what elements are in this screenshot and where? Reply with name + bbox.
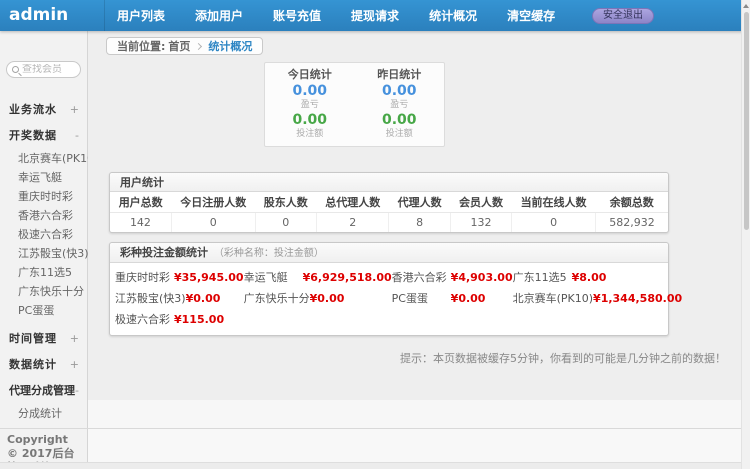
members-value: 132 xyxy=(450,213,511,232)
sidebar-subitem-hk-lhc[interactable]: 香港六合彩 xyxy=(0,205,87,224)
search-input[interactable] xyxy=(22,64,75,75)
main-content: 当前位置: 首页 统计概况 今日统计 0.00 盈亏 0.00 投注额 xyxy=(88,31,750,428)
sidebar-subitem-gd-klsf[interactable]: 广东快乐十分 xyxy=(0,281,87,300)
table-row: 142 0 0 2 8 132 0 582,932 xyxy=(110,213,668,232)
col-agents: 代理人数 xyxy=(389,192,450,213)
col-shareholders: 股东人数 xyxy=(255,192,316,213)
col-online-now: 当前在线人数 xyxy=(512,192,596,213)
nav-stats-overview[interactable]: 统计概况 xyxy=(429,7,477,24)
online-now-value: 0 xyxy=(512,213,596,232)
sidebar-item-business-flow[interactable]: 业务流水 + xyxy=(0,96,87,122)
sidebar-subitem-pc-dandan[interactable]: PC蛋蛋 xyxy=(0,300,87,319)
sidebar-item-lottery-data[interactable]: 开奖数据 - xyxy=(0,122,87,148)
scrollbar-thumb[interactable] xyxy=(744,12,749,230)
user-stats-panel: 用户统计 用户总数 今日注册人数 股东人数 总代理人数 xyxy=(109,172,669,233)
yesterday-bet-value: 0.00 xyxy=(355,112,445,129)
nav-user-list[interactable]: 用户列表 xyxy=(117,7,165,24)
sidebar-subitem-bj-pk10[interactable]: 北京赛车(PK10) xyxy=(0,148,87,167)
bet-stats-grid: 重庆时时彩 ¥35,945.00 幸运飞艇 ¥6,929,518.00 香港六合… xyxy=(110,263,668,335)
bet-stats-subtitle: （彩种名称：投注金额） xyxy=(214,248,324,259)
search-icon xyxy=(12,66,19,73)
total-balance-value: 582,932 xyxy=(595,213,668,232)
sidebar-subitem-cq-ssc[interactable]: 重庆时时彩 xyxy=(0,186,87,205)
shareholders-value: 0 xyxy=(255,213,316,232)
user-stats-table: 用户总数 今日注册人数 股东人数 总代理人数 代理人数 会员人数 当前在线人数 … xyxy=(110,192,668,232)
chevron-right-icon xyxy=(195,42,202,49)
expand-plus-icon: + xyxy=(70,358,79,371)
breadcrumb-current: 统计概况 xyxy=(208,38,252,54)
nav-account-recharge[interactable]: 账号充值 xyxy=(273,7,321,24)
bet-stat-item: 重庆时时彩 ¥35,945.00 xyxy=(115,269,244,285)
bet-stat-item: PC蛋蛋 ¥0.00 xyxy=(392,290,513,306)
sidebar-subitem-gd-11x5[interactable]: 广东11选5 xyxy=(0,262,87,281)
general-agents-value: 2 xyxy=(316,213,389,232)
bet-stat-item: 广东快乐十分 ¥0.00 xyxy=(244,290,392,306)
table-header-row: 用户总数 今日注册人数 股东人数 总代理人数 代理人数 会员人数 当前在线人数 … xyxy=(110,192,668,213)
yesterday-profit-label: 盈亏 xyxy=(355,100,445,111)
today-profit-label: 盈亏 xyxy=(265,100,355,111)
top-menu: 用户列表 添加用户 账号充值 提现请求 统计概况 清空缓存 xyxy=(105,7,585,24)
cache-hint-text: 提示：本页数据被缓存5分钟，你看到的可能是几分钟之前的数据！ xyxy=(88,350,726,366)
col-total-balance: 余额总数 xyxy=(595,192,668,213)
bet-stat-item: 极速六合彩 ¥115.00 xyxy=(115,311,244,327)
sidebar-item-data-stats[interactable]: 数据统计 + xyxy=(0,351,87,377)
col-general-agents: 总代理人数 xyxy=(316,192,389,213)
app-logo: admin xyxy=(0,0,105,31)
horizontal-scrollbar[interactable] xyxy=(0,462,741,469)
logout-button[interactable]: 安全退出 xyxy=(592,8,654,24)
sidebar-item-agent-commission[interactable]: 代理分成管理 - xyxy=(0,377,87,403)
yesterday-bet-label: 投注额 xyxy=(355,129,445,140)
bet-stats-header: 彩种投注金额统计 （彩种名称：投注金额） xyxy=(110,243,668,263)
bet-stat-item: 幸运飞艇 ¥6,929,518.00 xyxy=(244,269,392,285)
sidebar-subitem-xy-feiting[interactable]: 幸运飞艇 xyxy=(0,167,87,186)
nav-add-user[interactable]: 添加用户 xyxy=(195,7,243,24)
sidebar: 业务流水 + 开奖数据 - 北京赛车(PK10) 幸运飞艇 重庆时时彩 香港六合… xyxy=(0,31,88,428)
top-navbar: admin 用户列表 添加用户 账号充值 提现请求 统计概况 清空缓存 安全退出 xyxy=(0,0,750,31)
yesterday-stats-title: 昨日统计 xyxy=(355,68,445,82)
breadcrumb-prefix: 当前位置: xyxy=(117,38,165,54)
bet-stats-panel: 彩种投注金额统计 （彩种名称：投注金额） 重庆时时彩 ¥35,945.00 幸运… xyxy=(109,242,669,336)
col-today-registered: 今日注册人数 xyxy=(171,192,255,213)
bet-stat-item: 广东11选5 ¥8.00 xyxy=(513,269,683,285)
today-profit-value: 0.00 xyxy=(265,83,355,100)
bet-stats-title: 彩种投注金额统计 xyxy=(120,246,208,259)
sidebar-subitem-js-lhc[interactable]: 极速六合彩 xyxy=(0,224,87,243)
scroll-up-arrow-icon[interactable] xyxy=(743,4,749,8)
sidebar-menu: 业务流水 + 开奖数据 - 北京赛车(PK10) 幸运飞艇 重庆时时彩 香港六合… xyxy=(0,96,87,469)
sidebar-subitem-commission-stats[interactable]: 分成统计 xyxy=(0,403,87,422)
today-registered-value: 0 xyxy=(171,213,255,232)
today-stats-column: 今日统计 0.00 盈亏 0.00 投注额 xyxy=(265,68,355,140)
vertical-scrollbar[interactable] xyxy=(741,0,750,469)
collapse-minus-icon: - xyxy=(75,129,79,142)
breadcrumb-home-link[interactable]: 首页 xyxy=(168,38,190,54)
nav-clear-cache[interactable]: 清空缓存 xyxy=(507,7,555,24)
member-search-box[interactable] xyxy=(6,61,81,78)
sidebar-subitem-js-k3[interactable]: 江苏骰宝(快3) xyxy=(0,243,87,262)
bet-stat-item: 香港六合彩 ¥4,903.00 xyxy=(392,269,513,285)
sidebar-item-time-management[interactable]: 时间管理 + xyxy=(0,325,87,351)
col-members: 会员人数 xyxy=(450,192,511,213)
bet-stat-item: 北京赛车(PK10) ¥1,344,580.00 xyxy=(513,290,683,306)
daily-stats-card: 今日统计 0.00 盈亏 0.00 投注额 昨日统计 0.00 盈亏 0.00 … xyxy=(264,62,445,147)
bet-stat-item: 江苏骰宝(快3) ¥0.00 xyxy=(115,290,244,306)
col-total-users: 用户总数 xyxy=(110,192,171,213)
today-stats-title: 今日统计 xyxy=(265,68,355,82)
expand-plus-icon: + xyxy=(70,103,79,116)
yesterday-profit-value: 0.00 xyxy=(355,83,445,100)
total-users-value: 142 xyxy=(110,213,171,232)
agents-value: 8 xyxy=(389,213,450,232)
breadcrumb: 当前位置: 首页 统计概况 xyxy=(88,31,750,55)
today-bet-label: 投注额 xyxy=(265,129,355,140)
expand-plus-icon: + xyxy=(70,332,79,345)
user-stats-title: 用户统计 xyxy=(110,173,668,192)
yesterday-stats-column: 昨日统计 0.00 盈亏 0.00 投注额 xyxy=(355,68,445,140)
collapse-minus-icon: - xyxy=(75,384,79,397)
nav-withdrawal-requests[interactable]: 提现请求 xyxy=(351,7,399,24)
today-bet-value: 0.00 xyxy=(265,112,355,129)
admin-dashboard: admin 用户列表 添加用户 账号充值 提现请求 统计概况 清空缓存 安全退出… xyxy=(0,0,750,469)
